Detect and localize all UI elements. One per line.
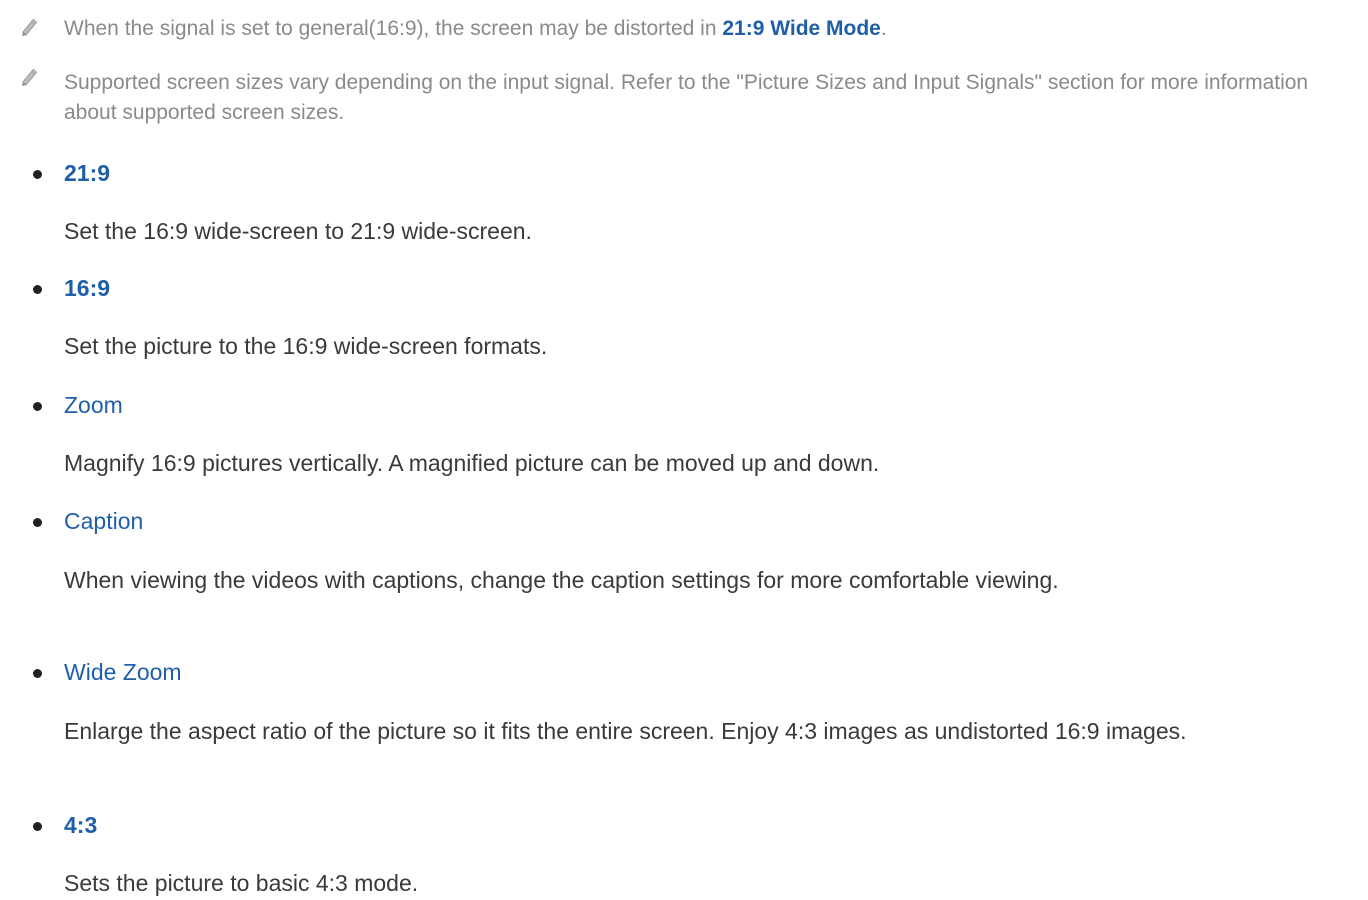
note-text-before: When the signal is set to general(16:9),… <box>64 17 723 40</box>
item-title: 4:3 <box>64 812 98 838</box>
item-title: Zoom <box>64 392 123 418</box>
bullet-icon <box>33 669 42 678</box>
note-highlight-wide-mode: 21:9 Wide Mode <box>722 17 881 40</box>
item-title: Caption <box>64 508 144 534</box>
note-distortion: When the signal is set to general(16:9),… <box>0 14 1368 54</box>
item-description: Enlarge the aspect ratio of the picture … <box>64 718 1187 744</box>
bullet-icon <box>33 822 42 831</box>
item-title: 21:9 <box>64 160 111 186</box>
note-text: When the signal is set to general(16:9),… <box>64 14 1354 44</box>
bullet-icon <box>33 285 42 294</box>
note-supported-sizes: Supported screen sizes vary depending on… <box>0 66 1368 136</box>
bullet-icon <box>33 518 42 527</box>
manual-page: When the signal is set to general(16:9),… <box>0 0 1368 896</box>
bullet-icon <box>33 402 42 411</box>
item-description: When viewing the videos with captions, c… <box>64 567 1059 593</box>
pencil-note-icon <box>22 68 38 86</box>
item-description: Set the picture to the 16:9 wide-screen … <box>64 333 548 359</box>
note-text: Supported screen sizes vary depending on… <box>64 71 1309 124</box>
bullet-icon <box>33 170 42 179</box>
item-description: Set the 16:9 wide-screen to 21:9 wide-sc… <box>64 218 532 244</box>
item-description: Magnify 16:9 pictures vertically. A magn… <box>64 450 880 476</box>
note-text-after: . <box>880 17 887 40</box>
item-title: Wide Zoom <box>64 659 182 685</box>
item-title: 16:9 <box>64 275 111 301</box>
pencil-note-icon <box>22 18 38 36</box>
item-description: Sets the picture to basic 4:3 mode. <box>64 870 419 896</box>
